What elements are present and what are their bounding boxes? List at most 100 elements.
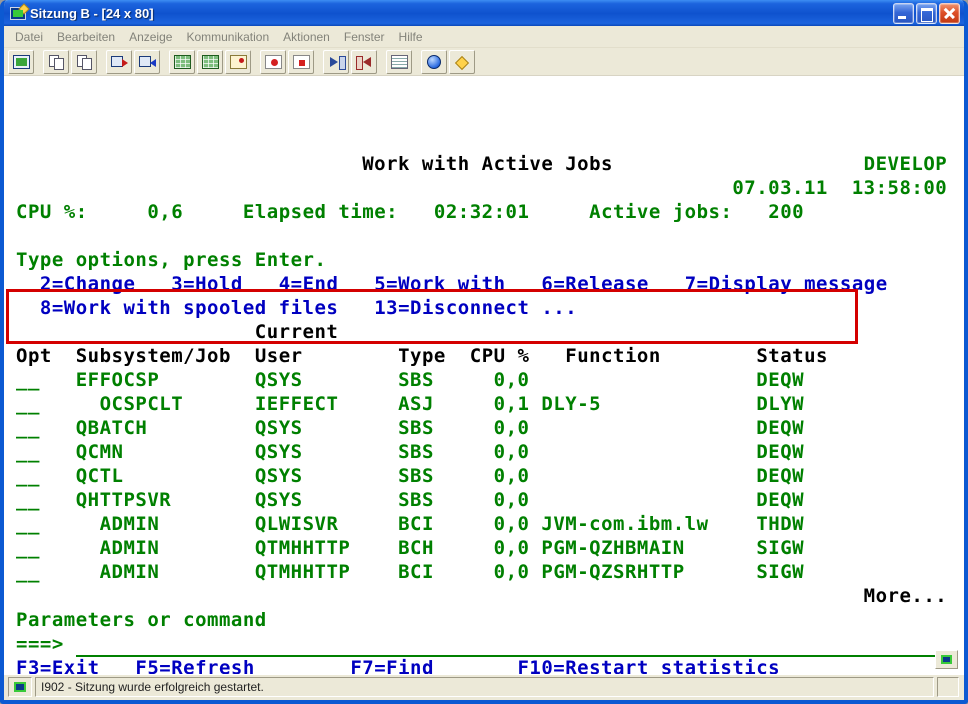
terminal-line: __ QBATCH QSYS SBS 0,0 DEQW [16,416,964,440]
terminal-text: DEQW [756,441,804,463]
status-session-icon [8,677,32,697]
terminal-text: SBS [398,489,434,511]
terminal-text: 0,0 [494,441,530,463]
copy-button[interactable] [43,50,69,74]
connect-button[interactable] [323,50,349,74]
terminal-text: 6=Release [541,273,648,295]
toolbar [4,48,964,76]
terminal-text: QCMN [76,441,124,463]
terminal-text: F3=Exit [16,657,100,674]
close-button[interactable] [939,3,960,24]
terminal-line: __ QCTL QSYS SBS 0,0 DEQW [16,464,964,488]
terminal-text: 13=Disconnect ... [374,297,577,319]
opt-input[interactable]: __ [16,561,40,583]
column-header: Type [398,345,446,367]
terminal-text: SBS [398,465,434,487]
send-file-button[interactable] [106,50,132,74]
active-jobs-value: 200 [768,201,804,223]
terminal-line: Current [16,320,964,344]
terminal-text: 0,0 [494,369,530,391]
menu-aktionen[interactable]: Aktionen [276,27,337,47]
terminal-text: DEQW [756,489,804,511]
stop-macro-button[interactable] [288,50,314,74]
window-title: Sitzung B - [24 x 80] [30,6,893,21]
terminal-text: CPU %: [16,201,88,223]
terminal-line: __ ADMIN QLWISVR BCI 0,0 JVM-com.ibm.lw … [16,512,964,536]
terminal-line: 07.03.11 13:58:00 [16,176,964,200]
column-header: Function [565,345,661,367]
opt-input[interactable]: __ [16,489,40,511]
menu-hilfe[interactable]: Hilfe [392,27,430,47]
menu-fenster[interactable]: Fenster [337,27,392,47]
terminal-text: 8=Work with spooled files [40,297,338,319]
terminal-line: ===> [16,632,964,656]
terminal-screen[interactable]: Work with Active Jobs DEVELOP 07.03.11 1… [4,76,964,674]
opt-input[interactable]: __ [16,465,40,487]
opt-input[interactable]: __ [16,369,40,391]
keypad-alt-button[interactable] [197,50,223,74]
menu-datei[interactable]: Datei [8,27,50,47]
app-window: Sitzung B - [24 x 80] DateiBearbeitenAnz… [0,0,968,704]
column-header: CPU % [470,345,530,367]
cpu-percent-value: 0,6 [147,201,183,223]
title-bar[interactable]: Sitzung B - [24 x 80] [4,0,964,26]
terminal-text: BCH [398,537,434,559]
copy-append-button[interactable] [71,50,97,74]
terminal-text: QSYS [255,465,303,487]
opt-input[interactable]: __ [16,441,40,463]
opt-input[interactable]: __ [16,417,40,439]
terminal-text: SIGW [756,561,804,583]
column-header: Opt [16,345,52,367]
column-header: User [255,345,303,367]
datetime: 07.03.11 13:58:00 [732,177,947,199]
stop-macro-icon [293,55,310,69]
opt-input[interactable]: __ [16,513,40,535]
maximize-button[interactable] [916,3,937,24]
terminal-line: F3=Exit F5=Refresh F7=Find F10=Restart s… [16,656,964,674]
column-header: Subsystem/Job [76,345,231,367]
opt-input[interactable]: __ [16,537,40,559]
system-name: DEVELOP [864,153,948,175]
terminal-text: SBS [398,441,434,463]
terminal-text: DEQW [756,465,804,487]
menu-bearbeiten[interactable]: Bearbeiten [50,27,122,47]
browser-button[interactable] [421,50,447,74]
terminal-text: PGM-QZHBMAIN [541,537,684,559]
terminal-text: DLY-5 [541,393,601,415]
terminal-line: 8=Work with spooled files 13=Disconnect … [16,296,964,320]
terminal-text: QCTL [76,465,124,487]
capture-button[interactable] [225,50,251,74]
terminal-text: QSYS [255,369,303,391]
command-input[interactable] [76,633,948,657]
opt-input[interactable]: __ [16,393,40,415]
terminal-text: Elapsed time: [243,201,398,223]
toolbar-separator [315,52,322,72]
notepad-button[interactable] [386,50,412,74]
menu-kommunikation[interactable]: Kommunikation [179,27,276,47]
terminal-line: Work with Active Jobs DEVELOP [16,152,964,176]
terminal-text: Type options, press Enter. [16,249,326,271]
terminal-text: JVM-com.ibm.lw [541,513,708,535]
receive-file-button[interactable] [134,50,160,74]
toolbar-separator [98,52,105,72]
keypad-button[interactable] [169,50,195,74]
session-button[interactable] [8,50,34,74]
record-macro-button[interactable] [260,50,286,74]
disconnect-button[interactable] [351,50,377,74]
minimize-button[interactable] [893,3,914,24]
terminal-text: F10=Restart statistics [517,657,780,674]
send-file-icon [111,55,128,69]
connect-icon [328,55,345,69]
terminal-line [16,224,964,248]
terminal-line: Type options, press Enter. [16,248,964,272]
terminal-text: 0,1 [494,393,530,415]
more-indicator: More... [864,585,948,607]
terminal-text: SIGW [756,537,804,559]
terminal-line: __ ADMIN QTMHHTTP BCI 0,0 PGM-QZSRHTTP S… [16,560,964,584]
color-setup-button[interactable] [449,50,475,74]
keypad-icon [174,55,191,69]
menu-anzeige[interactable]: Anzeige [122,27,179,47]
menu-bar: DateiBearbeitenAnzeigeKommunikationAktio… [4,26,964,48]
terminal-text: DLYW [756,393,804,415]
toolbar-separator [378,52,385,72]
